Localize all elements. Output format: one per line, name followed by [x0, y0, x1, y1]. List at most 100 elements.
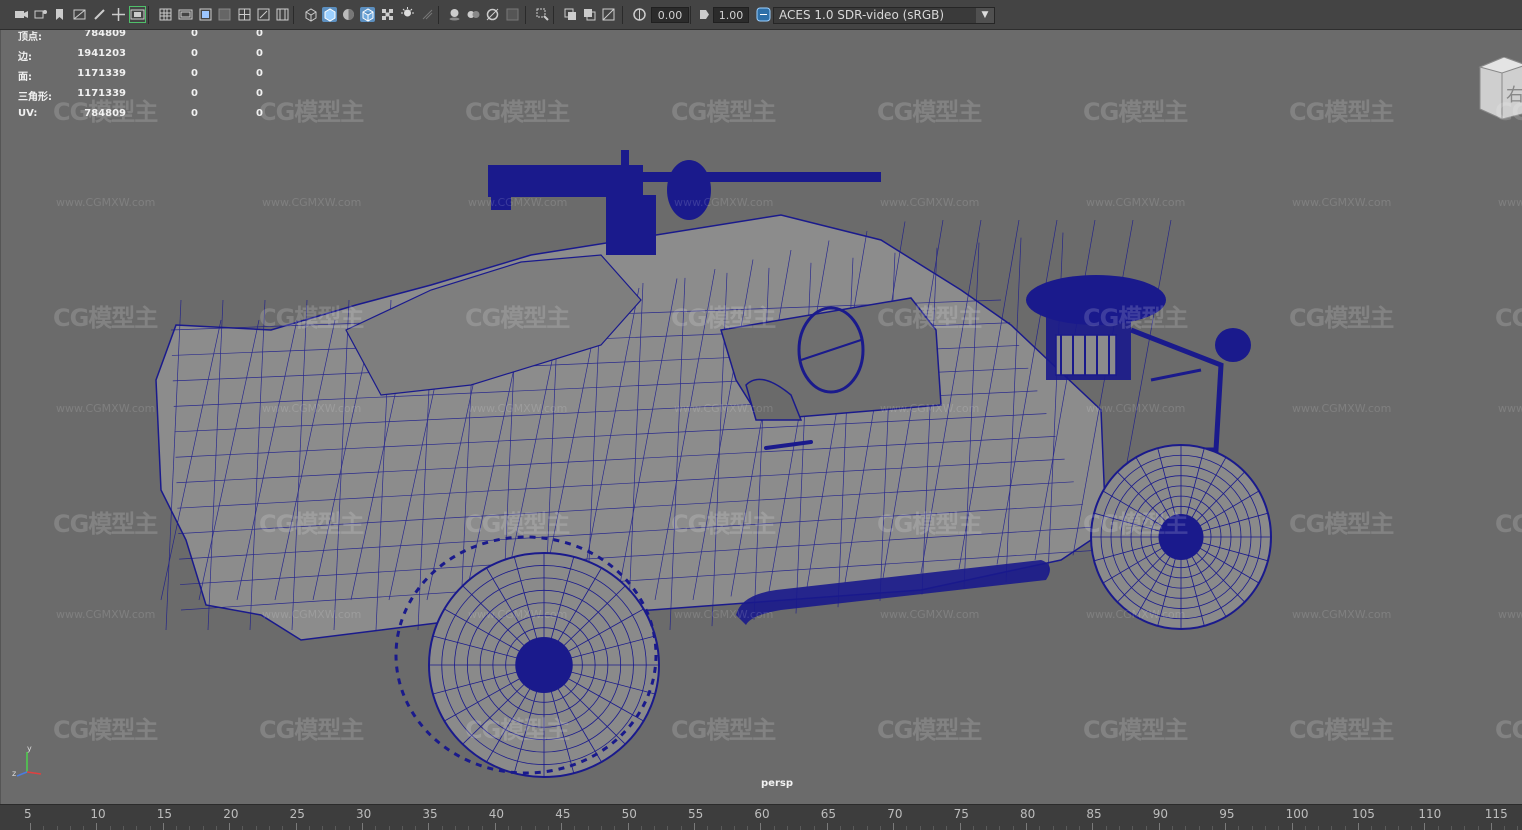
- timeline-minor-tick: [587, 826, 589, 830]
- timeline-minor-tick: [401, 826, 403, 830]
- watermark-logo: CG模型主: [671, 510, 776, 538]
- timeline-minor-tick: [972, 826, 974, 830]
- camera-icon[interactable]: [14, 7, 29, 22]
- image-plane-icon[interactable]: [72, 7, 87, 22]
- grid-icon[interactable]: [158, 7, 173, 22]
- film-gate-icon[interactable]: [129, 6, 146, 23]
- watermark-url: www.CGMXW.com: [674, 196, 774, 209]
- svg-text:z: z: [12, 769, 16, 778]
- shadows-icon[interactable]: [380, 7, 395, 22]
- grease-pencil-icon[interactable]: [92, 7, 107, 22]
- timeline-minor-tick: [242, 826, 244, 830]
- camera-attributes-icon[interactable]: [33, 7, 48, 22]
- timeline-tick: [229, 823, 231, 830]
- timeline-tick: [162, 823, 164, 830]
- watermark-logo: CG模型主: [1083, 716, 1188, 744]
- timeline-minor-tick: [680, 826, 682, 830]
- timeline-frame-label: 115: [1484, 807, 1508, 821]
- time-slider[interactable]: 5 10 15 20 25 30 35 40 45 50 55 60 65 70 75 80 85 90 95 100…: [0, 804, 1522, 830]
- watermark-logo: CG模型主: [877, 716, 982, 744]
- timeline-minor-tick: [919, 826, 921, 830]
- gamma-icon[interactable]: [582, 7, 597, 22]
- timeline-minor-tick: [1450, 826, 1452, 830]
- watermark-logo: CG模型主: [259, 98, 364, 126]
- timeline-minor-tick: [1052, 826, 1054, 830]
- timeline-minor-tick: [69, 826, 71, 830]
- timeline-minor-tick: [454, 826, 456, 830]
- watermark-url: www.CGMXW.com: [1086, 402, 1186, 415]
- color-space-dropdown[interactable]: ACES 1.0 SDR-video (sRGB) ▼: [773, 7, 995, 24]
- textured-icon[interactable]: [341, 7, 356, 22]
- watermark-logo: CG模型主: [259, 304, 364, 332]
- timeline-minor-tick: [521, 826, 523, 830]
- timeline-minor-tick: [733, 826, 735, 830]
- field-chart-icon[interactable]: [237, 7, 252, 22]
- safe-action-icon[interactable]: [198, 7, 213, 22]
- timeline-frame-label: 85: [1086, 807, 1102, 821]
- toolbar-separator: [525, 6, 526, 24]
- chevron-down-icon[interactable]: ▼: [976, 8, 994, 23]
- timeline-minor-tick: [149, 826, 151, 830]
- timeline-minor-tick: [468, 826, 470, 830]
- ambient-occlusion-icon[interactable]: [400, 7, 415, 22]
- headlight: [1215, 328, 1251, 362]
- xray-icon[interactable]: [485, 7, 500, 22]
- watermark-url: www.CGMXW.com: [468, 608, 568, 621]
- backface-icon[interactable]: [535, 7, 550, 22]
- bookmark-icon[interactable]: [52, 7, 67, 22]
- motion-blur-icon[interactable]: [420, 7, 435, 22]
- watermark-logo: CG模型主: [1289, 510, 1394, 538]
- timeline-frame-label: 5: [24, 807, 32, 821]
- wireframe-icon[interactable]: [256, 7, 271, 22]
- timeline-tick: [362, 823, 363, 830]
- smooth-shade-icon[interactable]: [275, 7, 290, 22]
- timeline-tick: [1490, 823, 1492, 830]
- timeline-minor-tick: [508, 826, 510, 830]
- isolate-select-icon[interactable]: [466, 7, 481, 22]
- timeline-frame-label: 55: [688, 807, 704, 821]
- 3d-viewport[interactable]: 顶点: 784809 0 0 边: 1941203 0 0 面: 1171339 0 0 三角形: 117…: [0, 30, 1522, 804]
- timeline-minor-tick: [813, 826, 815, 830]
- watermark-url: www.CGMXW.com: [56, 402, 156, 415]
- timeline-frame-label: 105: [1352, 807, 1375, 821]
- timeline-minor-tick: [640, 826, 642, 830]
- two-d-pan-icon[interactable]: [111, 7, 126, 22]
- timeline-tick: [1092, 823, 1094, 830]
- timeline-minor-tick: [879, 826, 881, 830]
- gate-mask-icon[interactable]: [217, 7, 232, 22]
- timeline-minor-tick: [202, 826, 204, 830]
- timeline-minor-tick: [1251, 826, 1253, 830]
- watermark-url: www.CGMXW.com: [1086, 196, 1186, 209]
- color-space-label: ACES 1.0 SDR-video (sRGB): [779, 8, 945, 22]
- xray-joints-icon[interactable]: [505, 7, 520, 22]
- toolbar-icon-30[interactable]: [697, 7, 712, 22]
- timeline-minor-tick: [1504, 826, 1506, 830]
- gamma-field[interactable]: 1.00: [713, 7, 749, 23]
- watermark-logo: CG模型主: [259, 510, 364, 538]
- toolbar-icon-29[interactable]: [632, 7, 647, 22]
- timeline-minor-tick: [282, 826, 284, 830]
- wireframe-on-shaded-icon[interactable]: [322, 7, 337, 22]
- watermark-url: www.CGMXW.com: [674, 402, 774, 415]
- timeline-minor-tick: [946, 826, 948, 830]
- timeline-minor-tick: [1039, 826, 1041, 830]
- watermark-logo: CG模型主: [465, 716, 570, 744]
- default-material-icon[interactable]: [303, 7, 318, 22]
- exposure-field[interactable]: 0.00: [651, 7, 689, 23]
- timeline-tick: [428, 823, 430, 830]
- timeline-minor-tick: [1344, 826, 1346, 830]
- timeline-minor-tick: [1079, 826, 1081, 830]
- timeline-minor-tick: [1145, 826, 1147, 830]
- antialiasing-icon[interactable]: [447, 7, 462, 22]
- camera-label: persp: [761, 778, 793, 789]
- color-management-icon[interactable]: [601, 7, 616, 22]
- timeline-minor-tick: [601, 826, 603, 830]
- timeline-minor-tick: [786, 826, 788, 830]
- timeline-minor-tick: [441, 826, 443, 830]
- lights-icon[interactable]: [360, 7, 375, 22]
- toolbar-icon-31[interactable]: [756, 7, 771, 22]
- exposure-icon[interactable]: [563, 7, 578, 22]
- timeline-minor-tick: [1437, 826, 1439, 830]
- timeline-minor-tick: [866, 826, 868, 830]
- resolution-gate-icon[interactable]: [178, 7, 193, 22]
